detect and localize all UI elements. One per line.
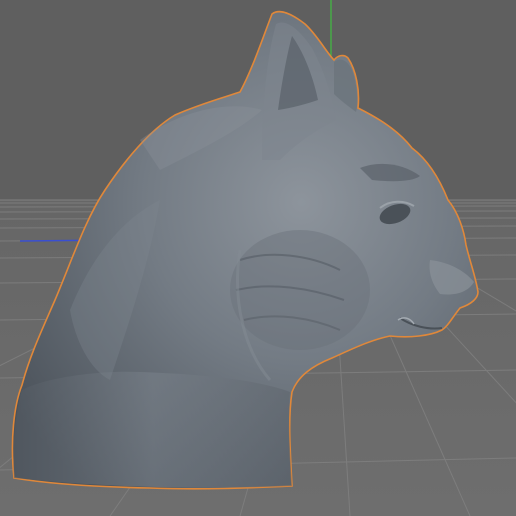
3d-viewport[interactable] <box>0 0 516 516</box>
viewport-canvas[interactable] <box>0 0 516 516</box>
neck-shading <box>13 371 293 488</box>
cheek <box>230 230 370 350</box>
